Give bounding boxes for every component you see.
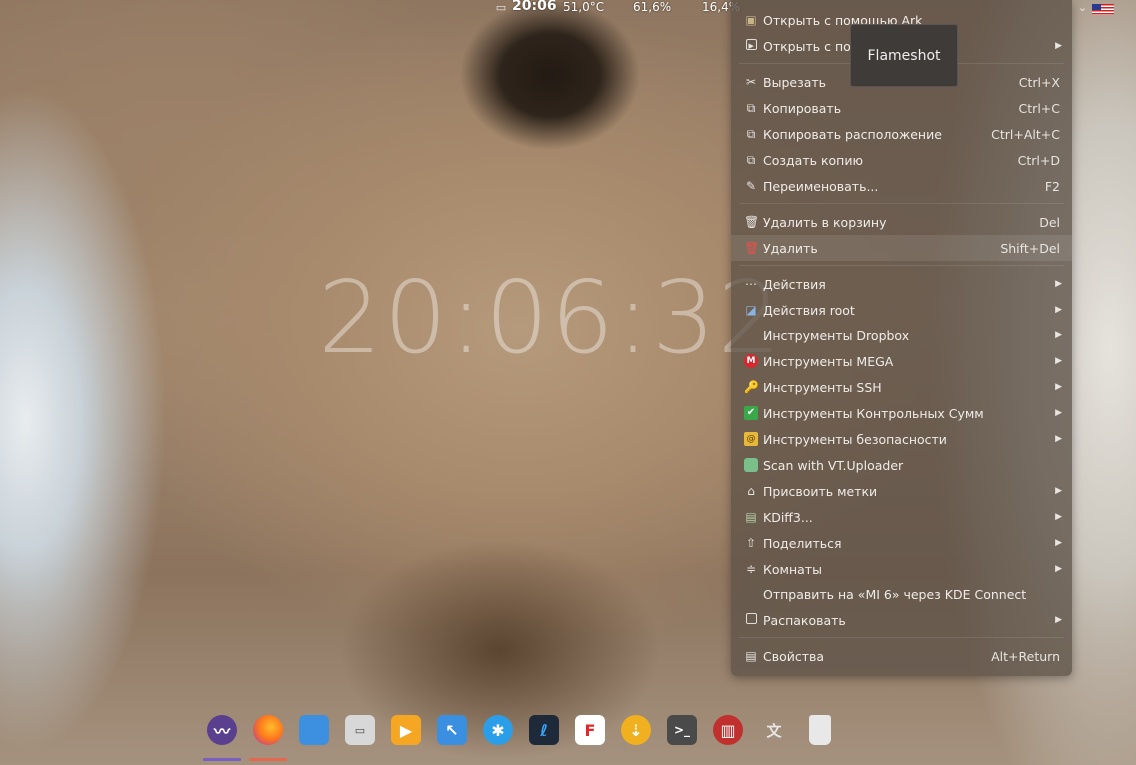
chevron-right-icon: ▶ [1055, 564, 1062, 574]
keyboard-layout-flag-icon[interactable] [1092, 3, 1114, 15]
copy-icon: ⧉ [746, 101, 756, 115]
checksum-icon: ✔ [744, 406, 758, 420]
vt-uploader-icon [744, 458, 758, 472]
menu-item-kde-connect-send[interactable]: Отправить на «MI 6» через KDE Connect [731, 581, 1072, 607]
share-icon: ⇧ [745, 536, 757, 550]
konsole-icon: >_ [667, 715, 697, 745]
dock-app-book-reader[interactable]: ▥ [711, 713, 745, 747]
dock: 〰 ▭ ▶ ↖ ✱ ℓ F ⇣ >_ ▥ 文 [203, 713, 845, 765]
menu-item-extract[interactable]: Распаковать ▶ [731, 607, 1072, 633]
menu-item-copy-location[interactable]: ⧉ Копировать расположение Ctrl+Alt+C [731, 121, 1072, 147]
chevron-right-icon: ▶ [1055, 434, 1062, 444]
dock-app-media-player[interactable]: ▶ [389, 713, 423, 747]
cut-icon: ✂ [745, 75, 757, 89]
top-bar-time[interactable]: 20:06 [512, 0, 557, 14]
menu-item-mega-tools[interactable]: M Инструменты MEGA ▶ [731, 348, 1072, 374]
tooltip: Flameshot [850, 24, 958, 87]
trash-bin-icon [809, 715, 831, 745]
dock-app-flipboard[interactable]: F [573, 713, 607, 747]
root-actions-icon: ◪ [745, 303, 757, 317]
dock-app-dolphin[interactable]: ↖ [435, 713, 469, 747]
menu-item-actions[interactable]: ⋯ Действия ▶ [731, 271, 1072, 297]
ark-icon: ▣ [745, 13, 757, 27]
delete-icon: 🗑 [744, 241, 760, 255]
dock-app-translator[interactable]: 文 [757, 713, 791, 747]
menu-item-security-tools[interactable]: @ Инструменты безопасности ▶ [731, 426, 1072, 452]
chevron-right-icon: ▶ [1055, 615, 1062, 625]
chevron-right-icon: ▶ [1055, 356, 1062, 366]
open-with-icon: ▶ [744, 39, 758, 53]
menu-item-ssh-tools[interactable]: 🔑 Инструменты SSH ▶ [731, 374, 1072, 400]
copy-location-icon: ⧉ [746, 127, 756, 141]
menu-item-move-to-trash[interactable]: 🗑 Удалить в корзину Del [731, 209, 1072, 235]
chevron-right-icon: ▶ [1055, 330, 1062, 340]
tray-arrow-icon[interactable]: ⌄ [1076, 2, 1089, 14]
actions-icon: ⋯ [745, 277, 757, 291]
menu-item-share[interactable]: ⇧ Поделиться ▶ [731, 530, 1072, 556]
terminal-icon: ▭ [345, 715, 375, 745]
menu-item-properties[interactable]: ▤ Свойства Alt+Return [731, 643, 1072, 669]
translator-icon: 文 [766, 721, 782, 740]
dock-app-trash[interactable] [803, 713, 837, 747]
chevron-right-icon: ▶ [1055, 279, 1062, 289]
context-menu: ▣ Открыть с помощью Ark ▶ Открыть с помо… [731, 0, 1072, 676]
menu-item-kdiff3[interactable]: ▤ KDiff3... ▶ [731, 504, 1072, 530]
activities-icon: ≑ [745, 562, 757, 576]
trash-icon: 🗑 [744, 215, 760, 229]
menu-separator [739, 203, 1064, 204]
dock-app-kde-connect[interactable]: ✱ [481, 713, 515, 747]
chevron-right-icon: ▶ [1055, 41, 1062, 51]
menu-item-rename[interactable]: ✎ Переименовать... F2 [731, 173, 1072, 199]
dock-active-indicator [249, 758, 287, 761]
security-icon: @ [744, 432, 758, 446]
editor-icon: ℓ [529, 715, 559, 745]
properties-icon: ▤ [745, 649, 757, 663]
extract-icon [744, 613, 758, 627]
menu-item-root-actions[interactable]: ◪ Действия root ▶ [731, 297, 1072, 323]
media-player-icon: ▶ [391, 715, 421, 745]
dock-active-indicator [203, 758, 241, 761]
top-bar-temperature: 51,0°C [563, 0, 605, 14]
menu-item-checksum-tools[interactable]: ✔ Инструменты Контрольных Сумм ▶ [731, 400, 1072, 426]
dolphin-icon: ↖ [437, 715, 467, 745]
flipboard-icon: F [575, 715, 605, 745]
folder-icon [299, 715, 329, 745]
ssh-key-icon: 🔑 [744, 380, 759, 394]
duplicate-icon: ⧉ [746, 153, 756, 167]
ktorrent-icon: ⇣ [621, 715, 651, 745]
dock-app-editor[interactable]: ℓ [527, 713, 561, 747]
firefox-icon [253, 715, 283, 745]
chevron-right-icon: ▶ [1055, 486, 1062, 496]
menu-item-copy[interactable]: ⧉ Копировать Ctrl+C [731, 95, 1072, 121]
chevron-right-icon: ▶ [1055, 305, 1062, 315]
dock-app-files[interactable] [297, 713, 331, 747]
menu-item-duplicate[interactable]: ⧉ Создать копию Ctrl+D [731, 147, 1072, 173]
dock-app-terminal[interactable]: ▭ [343, 713, 377, 747]
menu-item-dropbox-tools[interactable]: Инструменты Dropbox ▶ [731, 322, 1072, 348]
desktop-clock: 20:06:32 [318, 259, 784, 376]
rename-icon: ✎ [745, 179, 757, 193]
chevron-right-icon: ▶ [1055, 512, 1062, 522]
top-bar-cpu: 61,6% [633, 0, 672, 14]
menu-separator [739, 637, 1064, 638]
mega-icon: M [744, 354, 758, 368]
latte-icon: 〰 [207, 715, 237, 745]
dock-app-latte[interactable]: 〰 [205, 713, 239, 747]
menu-separator [739, 265, 1064, 266]
kdiff3-icon: ▤ [745, 510, 757, 524]
menu-item-vt-uploader[interactable]: Scan with VT.Uploader [731, 452, 1072, 478]
menu-item-activities[interactable]: ≑ Комнаты ▶ [731, 556, 1072, 582]
book-reader-icon: ▥ [713, 715, 743, 745]
dock-app-konsole[interactable]: >_ [665, 713, 699, 747]
tag-icon: ⌂ [747, 484, 755, 498]
chevron-right-icon: ▶ [1055, 538, 1062, 548]
chevron-right-icon: ▶ [1055, 408, 1062, 418]
kde-connect-icon: ✱ [483, 715, 513, 745]
dock-app-firefox[interactable] [251, 713, 285, 747]
menu-item-assign-tags[interactable]: ⌂ Присвоить метки ▶ [731, 478, 1072, 504]
menu-item-delete[interactable]: 🗑 Удалить Shift+Del [731, 235, 1072, 261]
dock-app-ktorrent[interactable]: ⇣ [619, 713, 653, 747]
chevron-right-icon: ▶ [1055, 382, 1062, 392]
